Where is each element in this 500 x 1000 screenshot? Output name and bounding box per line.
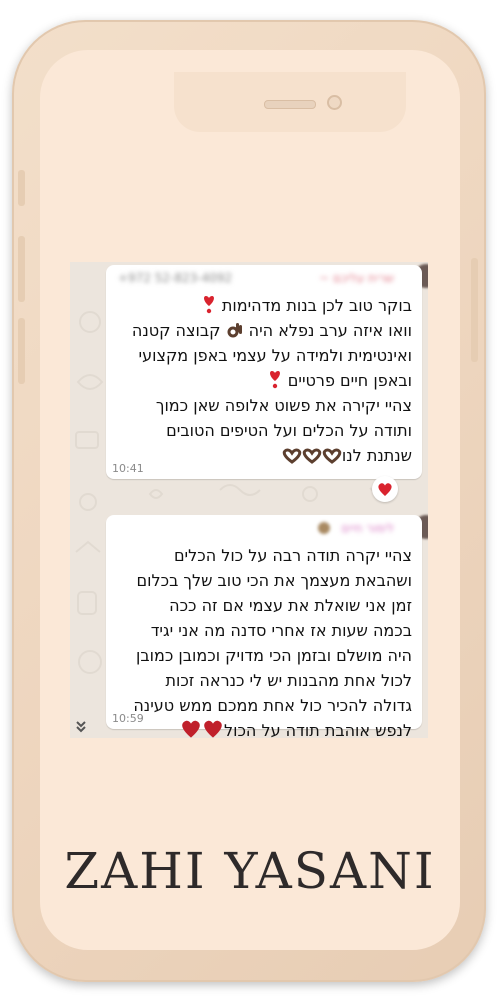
ok-hand-icon: [227, 323, 242, 338]
mute-switch: [18, 170, 25, 206]
heart-hands-icon: [282, 448, 302, 464]
message-line: ובאפן חיים פרטיים: [110, 368, 412, 393]
message-time: 10:41: [112, 462, 144, 475]
message-line: ותודה על הכלים ועל הטיפים הטובים: [166, 421, 412, 440]
speaker-icon: [264, 100, 316, 109]
message-line: היה מושלם ובזמן הכי מדויק וכמובן כמובן: [136, 646, 412, 665]
message-line: צהיי יקרה תודה רבה על כול הכלים: [173, 546, 412, 565]
message-time: 10:59: [112, 712, 144, 725]
sender-number: +972 52-823-4092: [118, 271, 233, 285]
heart-hands-icon: [322, 448, 342, 464]
red-heart-icon: [378, 482, 392, 496]
brand-name: ZAHI YASANI: [64, 842, 436, 900]
message-line: לנפש אוהבת תודה על הכול: [110, 718, 412, 738]
message-line: שנתנת לנו: [110, 443, 412, 468]
message-line: גדולה להכיר כול אחת ממכם ממש טעינה: [133, 696, 412, 715]
message-text: צהיי יקרה תודה רבה על כול הכלים ושהבאת מ…: [110, 543, 412, 738]
message-text: בוקר טוב לכן בנות מדהימות וואו איזה ערב …: [110, 293, 412, 468]
sender-header: ~ שרית עליכם +972 52-823-4092: [114, 269, 394, 287]
message-line: זמן אני שואלת את עצמי אם זה ככה: [169, 596, 412, 615]
chat-screenshot: ~ שרית עליכם +972 52-823-4092 בוקר טוב ל…: [70, 262, 428, 738]
heart-hands-icon: [302, 448, 322, 464]
message-line: ושהבאת מעצמך את הכי טוב שלך בכלום: [136, 571, 412, 590]
red-heart-exclamation-icon: [269, 371, 280, 389]
camera-icon: [327, 95, 342, 110]
message-line: וואו איזה ערב נפלא היה קבוצה קטנה: [131, 321, 412, 340]
sender-name: ~ שרית עליכם: [319, 271, 394, 285]
message-bubble: ~ שרית עליכם +972 52-823-4092 בוקר טוב ל…: [106, 265, 422, 479]
power-button: [471, 258, 478, 362]
volume-down-button: [18, 318, 25, 384]
red-heart-icon: [182, 720, 200, 738]
reaction-badge[interactable]: [372, 476, 398, 502]
sender-emoji-icon: [318, 522, 330, 534]
red-heart-exclamation-icon: [203, 296, 214, 314]
message-line: ואינטימית ולמידה על עצמי באפן מקצועי: [138, 346, 413, 365]
red-heart-icon: [204, 720, 222, 738]
volume-up-button: [18, 236, 25, 302]
message-line: צהיי יקירה את פשוט אלופה שאן כמוך: [155, 396, 412, 415]
message-line: בכמה שעות אז אחרי סדנה מה אני יגיד: [150, 621, 412, 640]
double-chevron-down-icon: [76, 721, 86, 733]
sender-header: לימור חיים: [114, 519, 394, 537]
scroll-down-button[interactable]: [72, 718, 90, 736]
sender-name: לימור חיים: [341, 521, 394, 535]
message-line: בוקר טוב לכן בנות מדהימות: [110, 293, 412, 318]
message-line: לכול אחת מהבנות יש לי כנראה זכות: [165, 671, 412, 690]
message-bubble: לימור חיים צהיי יקרה תודה רבה על כול הכל…: [106, 515, 422, 738]
